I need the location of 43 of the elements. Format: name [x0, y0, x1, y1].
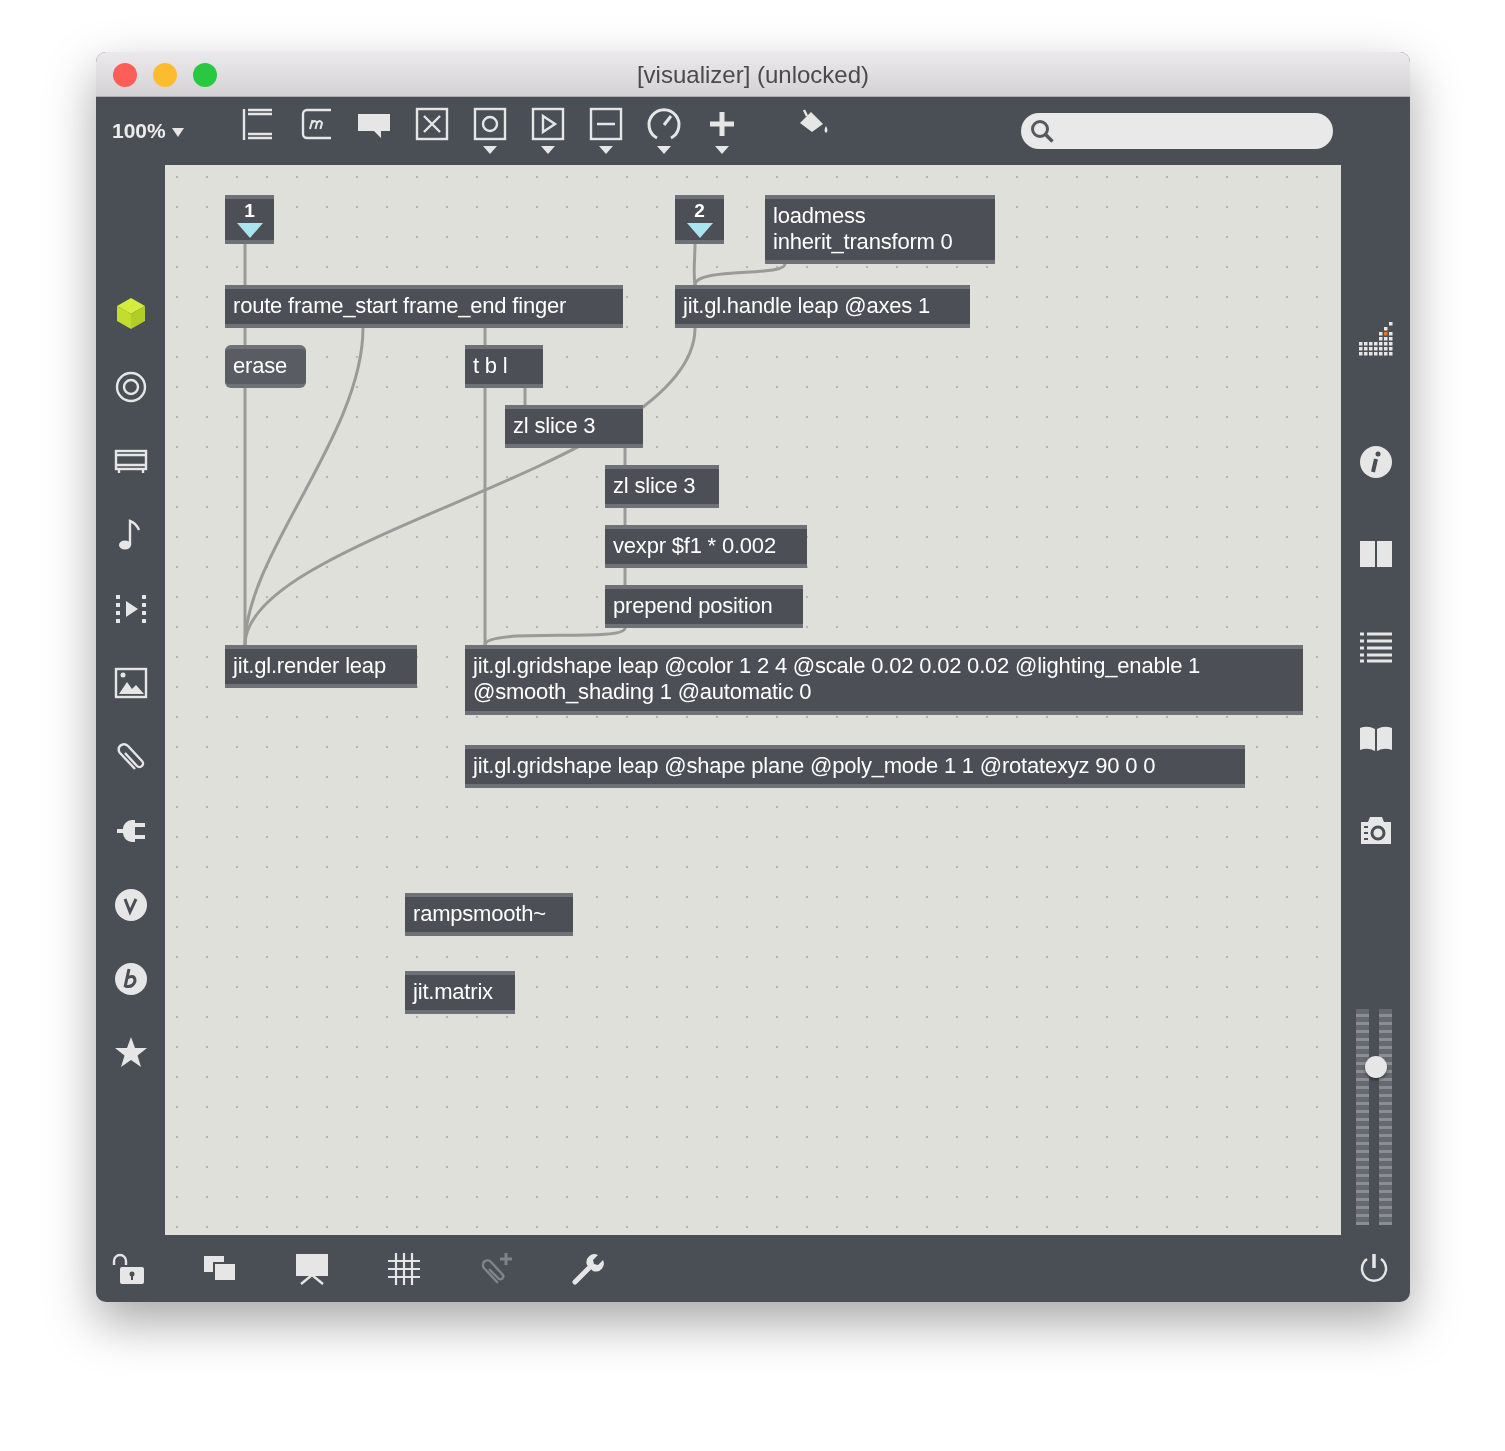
patch-cord	[243, 244, 247, 285]
image-icon	[112, 665, 149, 701]
inlet-number: 1	[244, 201, 255, 221]
object-box[interactable]: vexpr $f1 * 0.002	[605, 525, 807, 568]
inlet-number: 2	[694, 201, 705, 221]
grid-icon	[386, 1250, 422, 1287]
object-box[interactable]: t b l	[465, 345, 543, 388]
toggle-icon	[414, 106, 450, 142]
caret-icon	[599, 146, 613, 154]
object-box[interactable]: jit.gl.handle leap @axes 1	[675, 285, 970, 328]
object-box[interactable]: zl slice 3	[605, 465, 719, 508]
playbar-icon	[530, 106, 566, 142]
toolbar-button[interactable]	[386, 1250, 422, 1287]
object-box[interactable]: jit.gl.gridshape leap @shape plane @poly_mode 1 1 @rotatexyz 90 0 0	[465, 745, 1245, 788]
object-box[interactable]: rampsmooth~	[405, 893, 573, 936]
inlet-box[interactable]: 1	[225, 195, 274, 244]
object-box[interactable]: jit.matrix	[405, 971, 515, 1014]
triangle-icon	[236, 223, 263, 238]
object-box[interactable]: zl slice 3	[505, 405, 643, 448]
object-box[interactable]: jit.gl.gridshape leap @color 1 2 4 @scale 0.02 0.02 0.02 @lighting_enable 1 @smooth_shading 1 @automatic 0	[465, 645, 1303, 715]
caret-icon	[657, 146, 671, 154]
search-field[interactable]	[1021, 113, 1333, 149]
caret-icon	[715, 146, 729, 154]
b-circle-icon	[112, 961, 149, 997]
object-box[interactable]: jit.gl.render leap	[225, 645, 417, 688]
slider-icon	[588, 106, 624, 142]
object-box[interactable]: loadmess inherit_transform 0	[765, 195, 995, 264]
info-icon	[1357, 444, 1394, 480]
meter-grid-icon	[1357, 322, 1394, 358]
object-box[interactable]: prepend position	[605, 585, 803, 628]
caret-icon	[541, 146, 555, 154]
object-box[interactable]: route frame_start frame_end finger	[225, 285, 623, 328]
caret-icon	[483, 146, 497, 154]
search-icon	[1029, 118, 1055, 144]
triangle-icon	[686, 223, 713, 238]
message-box[interactable]: erase	[225, 345, 306, 388]
dial-icon	[646, 106, 682, 142]
caret-icon	[171, 128, 184, 138]
v-circle-icon	[112, 887, 149, 923]
zoom-menu[interactable]: 100%	[112, 115, 196, 147]
button-icon	[472, 106, 508, 142]
inlet-box[interactable]: 2	[675, 195, 724, 244]
window-title: [visualizer] (unlocked)	[636, 61, 870, 88]
